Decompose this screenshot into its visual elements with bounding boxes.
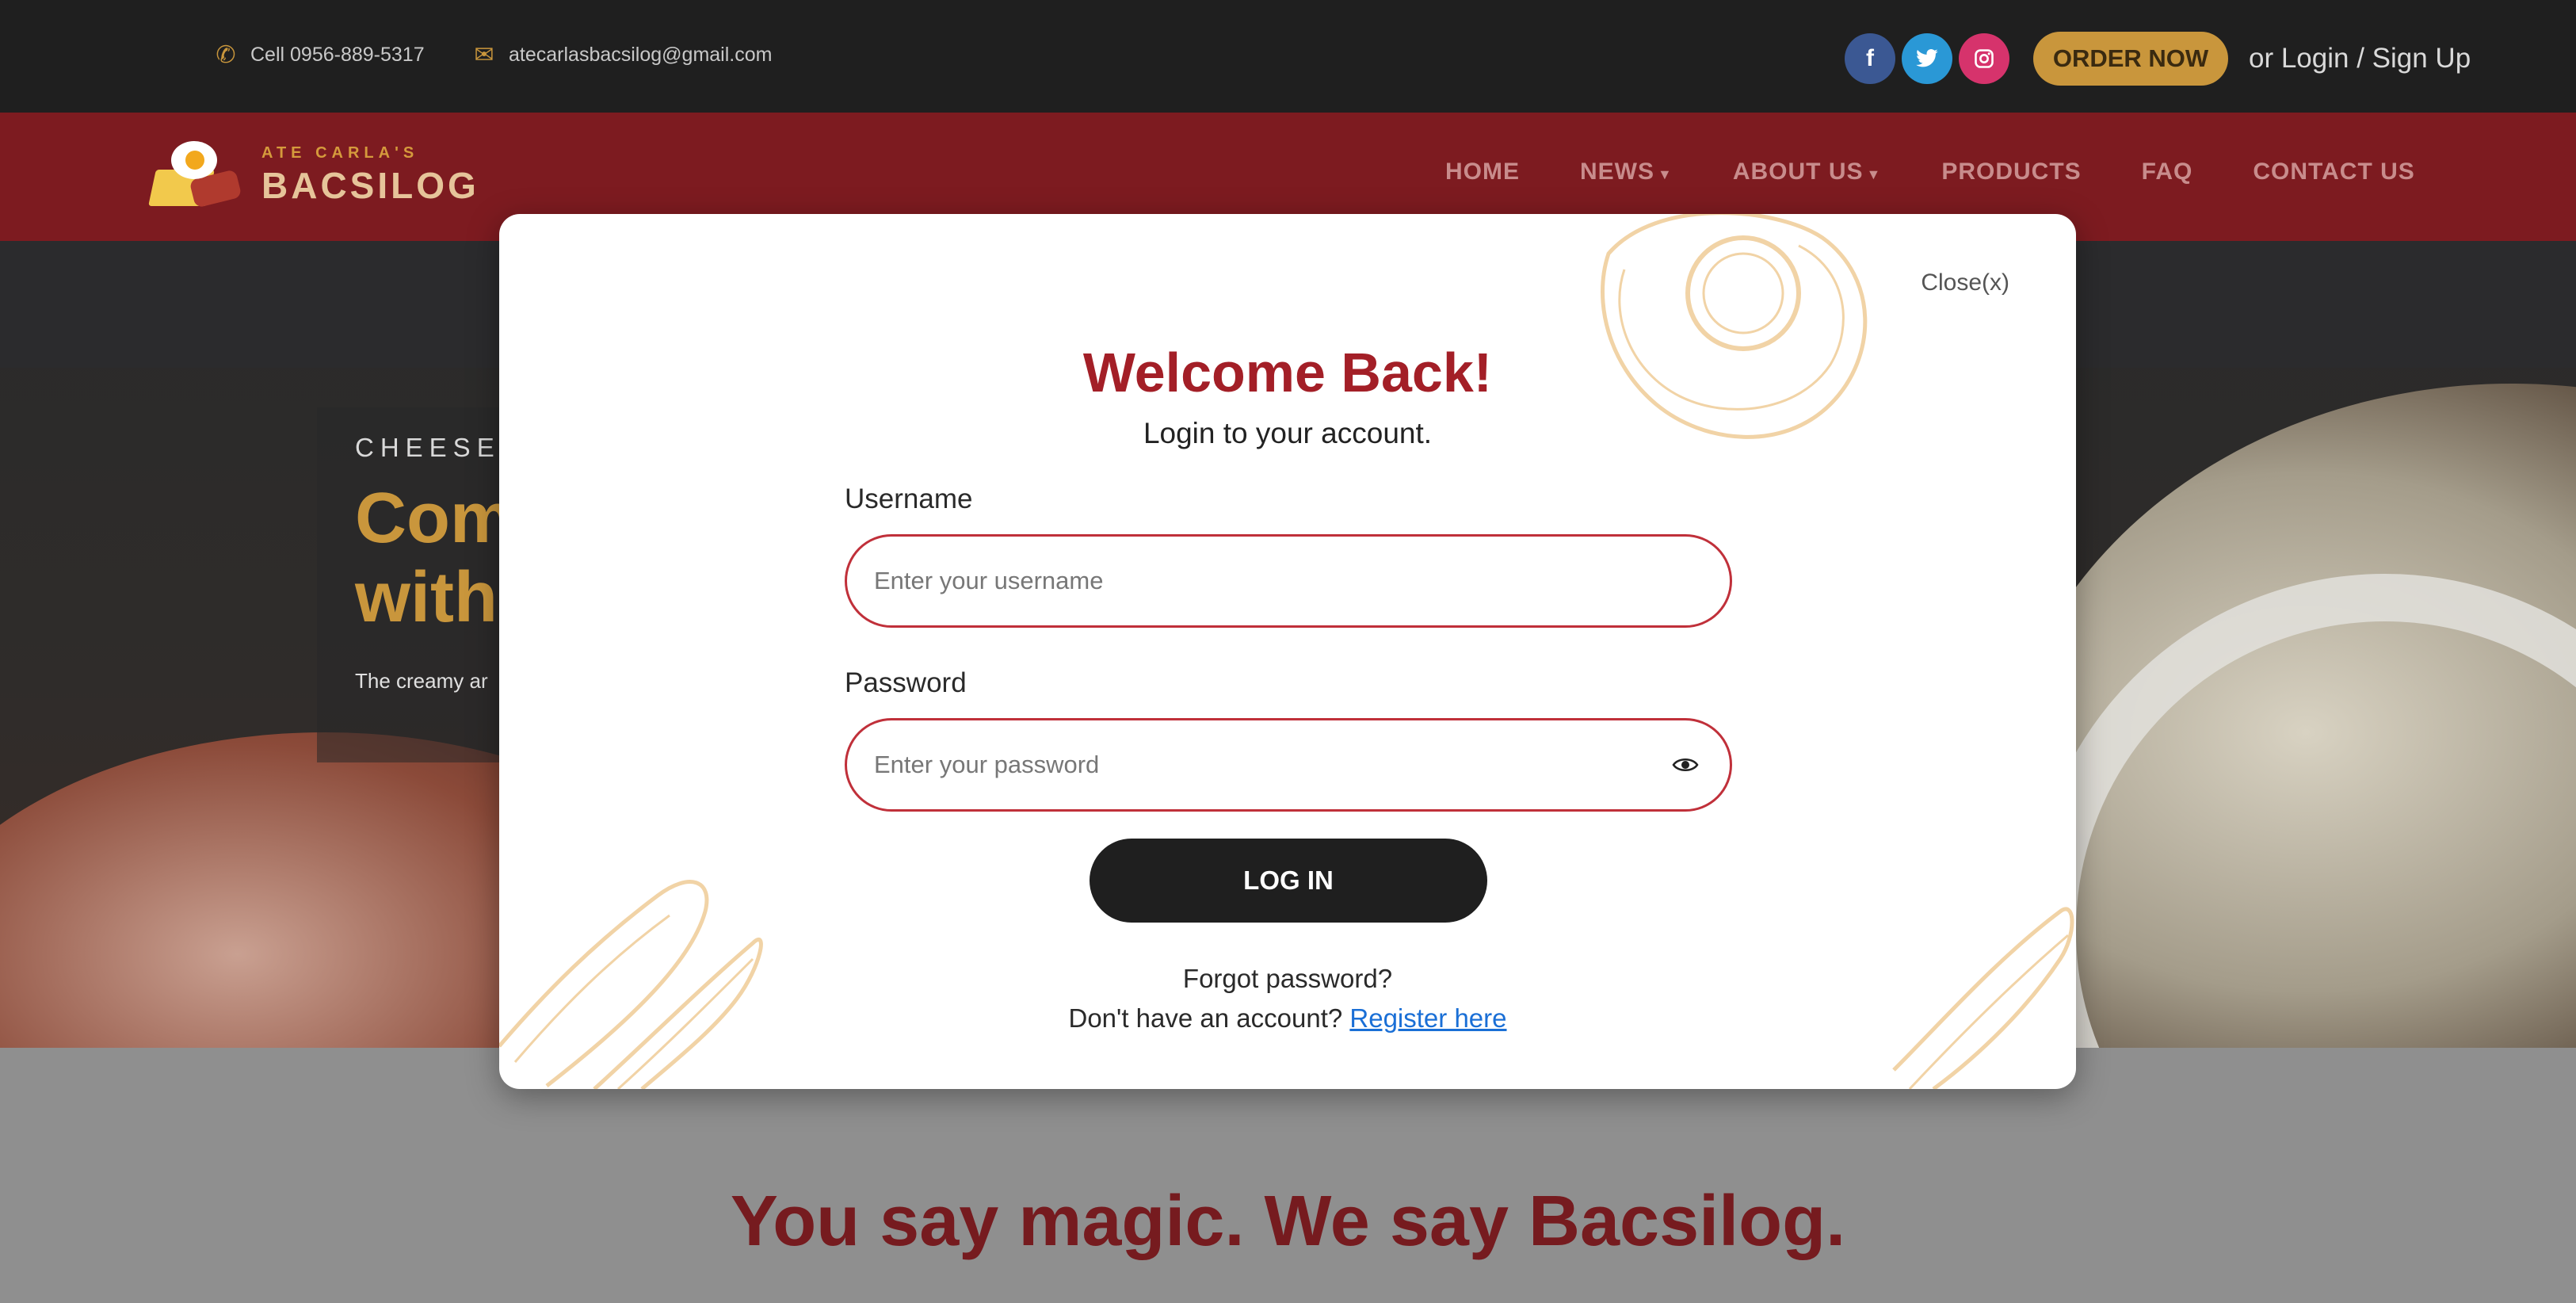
phone-icon: ✆ bbox=[216, 42, 236, 68]
twitter-bird-glyph bbox=[1916, 49, 1938, 67]
username-field-wrapper bbox=[845, 534, 1732, 628]
page: ✆ Cell 0956-889-5317 ✉ atecarlasbacsilog… bbox=[0, 0, 2576, 1303]
instagram-glyph bbox=[1975, 49, 1994, 68]
login-modal: Close(x) Welcome Back! Login to your acc… bbox=[499, 214, 2076, 1089]
top-bar: ✆ Cell 0956-889-5317 ✉ atecarlasbacsilog… bbox=[0, 0, 2576, 113]
social-links: f bbox=[1845, 33, 2009, 84]
username-label: Username bbox=[845, 483, 973, 514]
register-link[interactable]: Register here bbox=[1349, 1003, 1506, 1033]
login-signup-link[interactable]: or Login / Sign Up bbox=[2249, 43, 2471, 75]
register-line: Don't have an account? Register here bbox=[499, 1003, 2076, 1034]
order-now-button[interactable]: ORDER NOW bbox=[2033, 32, 2228, 86]
facebook-icon[interactable]: f bbox=[1845, 33, 1895, 84]
close-button[interactable]: Close(x) bbox=[1921, 269, 2009, 296]
forgot-password-link[interactable]: Forgot password? bbox=[499, 964, 2076, 994]
register-prompt: Don't have an account? bbox=[1068, 1003, 1343, 1033]
phone-text: Cell 0956-889-5317 bbox=[250, 44, 425, 66]
password-field-wrapper bbox=[845, 718, 1732, 812]
email-contact[interactable]: ✉ atecarlasbacsilog@gmail.com bbox=[471, 41, 772, 69]
eye-glyph bbox=[1672, 758, 1699, 771]
email-text[interactable]: atecarlasbacsilog@gmail.com bbox=[509, 44, 772, 67]
envelope-icon: ✉ bbox=[474, 42, 494, 68]
twitter-icon[interactable] bbox=[1902, 33, 1952, 84]
password-input[interactable] bbox=[874, 751, 1668, 779]
show-password-eye-icon[interactable] bbox=[1668, 750, 1703, 781]
modal-title: Welcome Back! bbox=[1082, 342, 1493, 403]
instagram-icon[interactable] bbox=[1959, 33, 2009, 84]
login-button[interactable]: LOG IN bbox=[1090, 839, 1487, 923]
password-label: Password bbox=[845, 667, 967, 698]
username-input[interactable] bbox=[874, 567, 1703, 595]
modal-subtitle: Login to your account. bbox=[1143, 417, 1433, 449]
phone-contact: ✆ Cell 0956-889-5317 bbox=[212, 41, 425, 69]
